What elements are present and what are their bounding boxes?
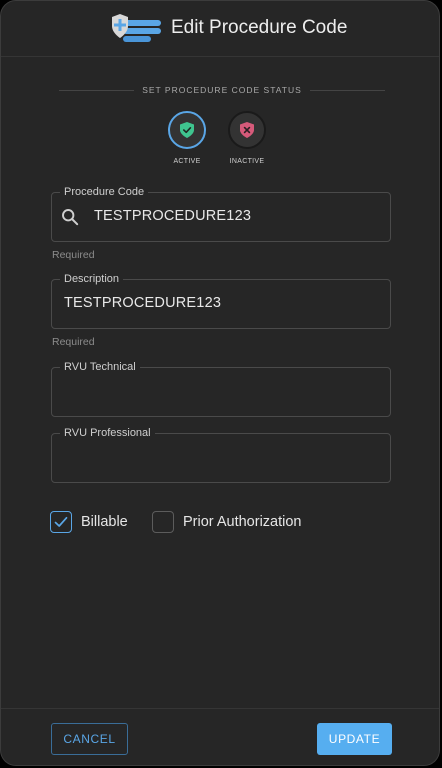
description-label: Description [60, 272, 124, 286]
prior-authorization-checkbox-row[interactable]: Prior Authorization [152, 509, 301, 535]
procedure-code-input[interactable]: TESTPROCEDURE123 [94, 208, 251, 224]
cancel-button[interactable]: CANCEL [51, 723, 128, 755]
rvu-professional-field[interactable]: RVU Professional [51, 426, 391, 483]
billable-checkbox[interactable] [50, 511, 72, 533]
prior-authorization-label: Prior Authorization [183, 514, 302, 530]
status-inactive-label: INACTIVE [229, 158, 265, 165]
status-section-label: SET PROCEDURE CODE STATUS [134, 85, 310, 95]
rvu-technical-field[interactable]: RVU Technical [51, 360, 391, 417]
prior-authorization-checkbox[interactable] [152, 511, 174, 533]
update-button[interactable]: UPDATE [317, 723, 392, 755]
shield-x-icon [240, 122, 254, 138]
dialog-header: Edit Procedure Code [1, 1, 439, 57]
medical-shield-list-icon [112, 14, 161, 42]
billable-checkbox-row[interactable]: Billable [50, 509, 128, 535]
billable-label: Billable [81, 514, 128, 530]
checkmark-icon [54, 516, 68, 527]
procedure-code-label: Procedure Code [60, 185, 149, 199]
status-active-label: ACTIVE [173, 158, 201, 165]
status-section-header: SET PROCEDURE CODE STATUS [59, 84, 385, 96]
procedure-code-helper: Required [52, 249, 95, 261]
procedure-code-field[interactable]: Procedure Code TESTPROCEDURE123 [51, 185, 391, 242]
rvu-technical-label: RVU Technical [60, 360, 140, 374]
description-input[interactable]: TESTPROCEDURE123 [64, 295, 221, 311]
description-helper: Required [52, 336, 95, 348]
status-active-button[interactable] [168, 111, 206, 149]
rvu-professional-label: RVU Professional [60, 426, 155, 440]
dialog-footer: CANCEL UPDATE [1, 708, 439, 765]
edit-procedure-dialog: Edit Procedure Code SET PROCEDURE CODE S… [0, 0, 440, 766]
description-field[interactable]: Description TESTPROCEDURE123 [51, 272, 391, 329]
status-inactive-button[interactable] [228, 111, 266, 149]
dialog-title: Edit Procedure Code [171, 17, 348, 38]
search-icon [62, 209, 79, 226]
shield-check-icon [180, 122, 194, 138]
